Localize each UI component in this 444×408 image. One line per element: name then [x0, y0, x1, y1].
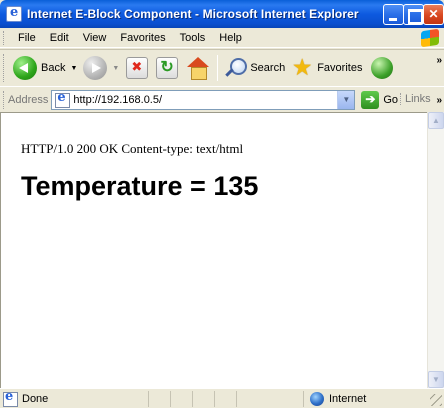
status-page-icon [2, 389, 18, 407]
status-pane [148, 390, 170, 407]
back-arrow-icon [13, 56, 37, 80]
favorites-star-icon: ★ [291, 54, 313, 80]
stop-icon[interactable] [126, 57, 149, 79]
scroll-up-arrow-icon[interactable]: ▲ [428, 112, 444, 129]
vertical-scrollbar[interactable]: ▲ ▼ [427, 112, 444, 388]
scroll-down-arrow-icon[interactable]: ▼ [428, 371, 444, 388]
search-label: Search [250, 62, 286, 74]
back-label: Back [41, 62, 66, 74]
media-icon[interactable] [371, 57, 394, 79]
title-bar[interactable]: Internet E-Block Component - Microsoft I… [0, 0, 444, 28]
status-bar: Done Internet [0, 388, 444, 408]
page-icon [54, 90, 71, 108]
links-overflow-chevron-icon[interactable]: » [436, 95, 442, 106]
back-dropdown-icon[interactable]: ▼ [70, 65, 77, 72]
forward-arrow-icon [83, 56, 108, 80]
toolbar-overflow-chevron-icon[interactable]: » [436, 55, 442, 66]
security-zone[interactable]: Internet [303, 391, 366, 407]
maximize-button[interactable] [403, 4, 424, 25]
status-pane [214, 390, 236, 407]
minimize-button[interactable] [383, 4, 404, 25]
resize-grip[interactable] [430, 394, 442, 406]
back-button[interactable]: Back ▼ [10, 53, 80, 83]
links-button[interactable]: Links [400, 93, 431, 105]
address-bar: Address http://192.168.0.5/ ▼ ➔ Go Links [0, 88, 444, 112]
go-arrow-icon: ➔ [361, 91, 380, 109]
address-label: Address [8, 94, 49, 106]
forward-button[interactable]: ▼ [80, 53, 122, 83]
menu-file[interactable]: File [11, 32, 43, 44]
menu-help[interactable]: Help [212, 32, 249, 44]
address-input[interactable]: http://192.168.0.5/ ▼ [51, 90, 356, 110]
toolbar-separator [217, 55, 219, 81]
search-icon [224, 57, 248, 79]
home-icon[interactable] [186, 57, 210, 80]
status-pane [192, 390, 214, 407]
status-pane [236, 390, 258, 407]
ie-app-icon[interactable] [6, 5, 22, 22]
menu-edit[interactable]: Edit [43, 32, 76, 44]
http-header-text: HTTP/1.0 200 OK Content-type: text/html [21, 141, 244, 156]
temperature-heading: Temperature = 135 [21, 171, 259, 201]
toolbar-grip[interactable] [3, 54, 6, 82]
zone-text: Internet [329, 393, 367, 405]
status-text: Done [22, 392, 49, 405]
search-button[interactable]: Search [221, 53, 288, 83]
addressbar-grip[interactable] [3, 91, 6, 109]
address-dropdown-icon[interactable]: ▼ [337, 91, 355, 109]
forward-dropdown-icon[interactable]: ▼ [112, 65, 119, 72]
status-pane [170, 390, 192, 407]
internet-globe-icon [310, 392, 324, 406]
menu-favorites[interactable]: Favorites [113, 32, 172, 44]
menu-view[interactable]: View [76, 32, 114, 44]
menu-tools[interactable]: Tools [173, 32, 213, 44]
refresh-icon[interactable] [156, 57, 179, 79]
menu-bar: File Edit View Favorites Tools Help [0, 28, 444, 48]
windows-logo-icon [421, 28, 439, 48]
favorites-label: Favorites [317, 62, 363, 74]
page-content: HTTP/1.0 200 OK Content-type: text/html … [0, 112, 427, 388]
favorites-button[interactable]: ★ Favorites [288, 53, 365, 83]
go-label: Go [383, 94, 399, 106]
browser-window: Internet E-Block Component - Microsoft I… [0, 0, 444, 408]
address-url[interactable]: http://192.168.0.5/ [73, 94, 162, 106]
close-button[interactable]: ✕ [423, 4, 444, 25]
standard-toolbar: Back ▼ ▼ Search ★ Favorites [0, 49, 444, 87]
menubar-grip[interactable] [3, 30, 6, 45]
go-button[interactable]: ➔ Go [361, 91, 398, 109]
window-title: Internet E-Block Component - Microsoft I… [27, 7, 359, 21]
